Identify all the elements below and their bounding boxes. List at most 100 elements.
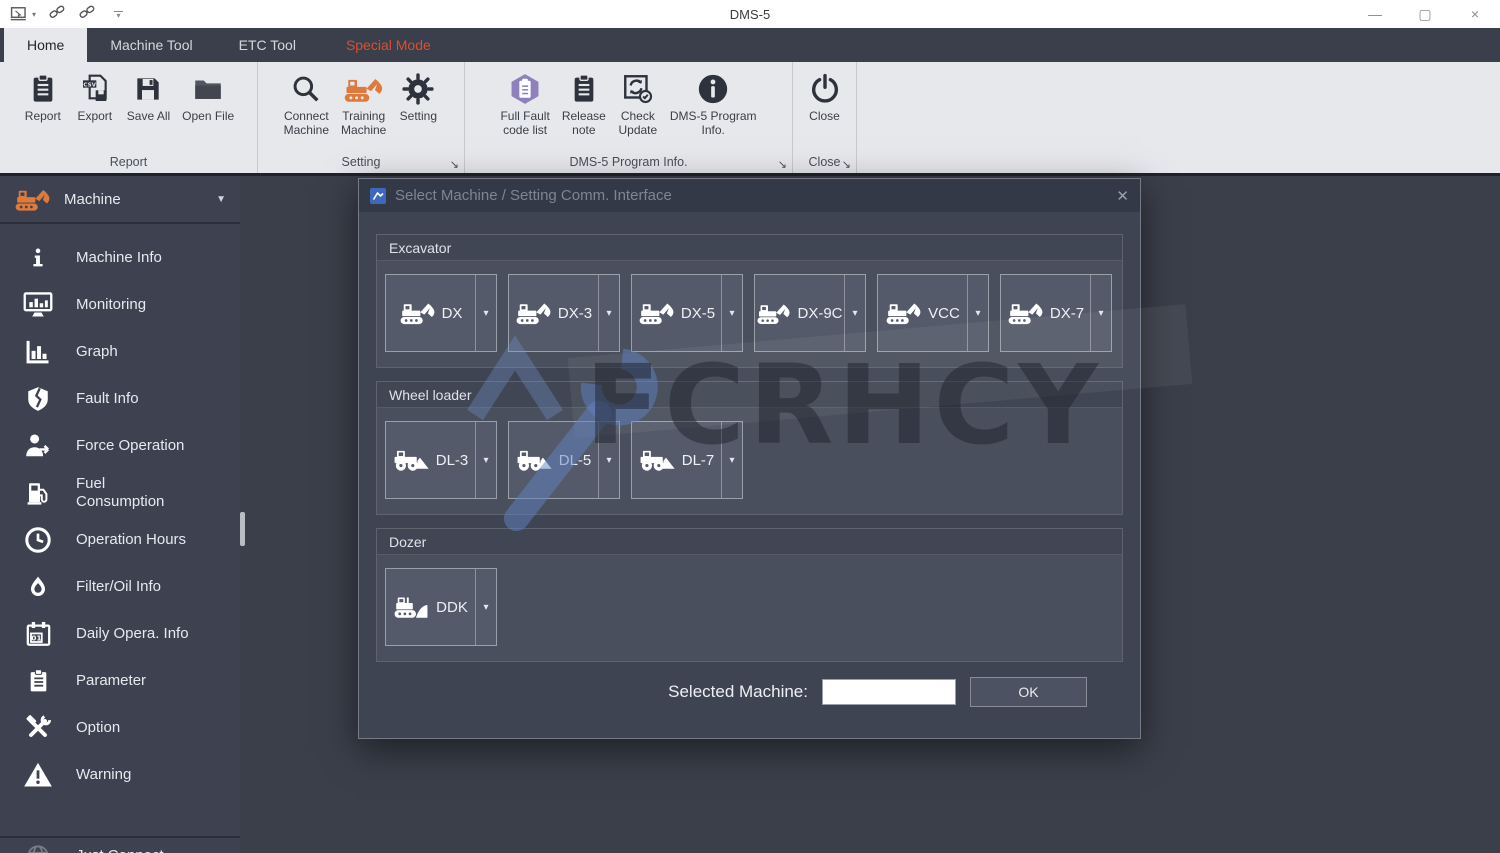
training-machine-button[interactable]: Training Machine	[335, 67, 392, 139]
tab-home[interactable]: Home	[4, 28, 87, 62]
check-update-button[interactable]: Check Update	[612, 67, 664, 139]
ribbon-item-label: Open File	[182, 109, 234, 123]
tab-machine-tool[interactable]: Machine Tool	[87, 28, 215, 62]
tab-special-mode[interactable]: Special Mode	[319, 28, 458, 62]
open-file-button[interactable]: Open File	[176, 67, 240, 125]
sidebar-item-filter-oil[interactable]: Filter/Oil Info	[0, 563, 240, 610]
wheel-loader-icon	[639, 448, 677, 472]
power-close-icon	[808, 69, 842, 109]
dialog-titlebar[interactable]: Select Machine / Setting Comm. Interface…	[359, 179, 1140, 212]
open-file-icon	[191, 69, 225, 109]
export-icon: CSV	[79, 69, 111, 109]
machine-dropdown-arrow[interactable]: ▾	[476, 422, 496, 498]
machine-button-dx-5[interactable]: DX-5 ▾	[631, 274, 743, 352]
machine-button-ddk[interactable]: DDK ▾	[385, 568, 497, 646]
dialog-launcher-icon[interactable]: ↘	[450, 158, 459, 171]
release-note-button[interactable]: Release note	[556, 67, 612, 139]
sidebar-item-operation-hours[interactable]: Operation Hours	[0, 516, 240, 563]
ribbon-item-label: Training Machine	[341, 109, 386, 137]
window-titlebar: ▾ ▾ DMS-5 — ▢ ×	[0, 0, 1500, 28]
sidebar-item-just-connect[interactable]: Just Connect ▼	[0, 838, 240, 853]
selected-machine-input[interactable]	[822, 679, 956, 705]
machine-dropdown-arrow[interactable]: ▾	[476, 569, 496, 645]
group-label: Wheel loader	[377, 382, 1122, 408]
wheel-loader-icon	[516, 448, 554, 472]
machine-button-dx-7[interactable]: DX-7 ▾	[1000, 274, 1112, 352]
machine-dropdown-arrow[interactable]: ▾	[968, 275, 988, 351]
dozer-icon	[393, 595, 431, 619]
dialog-icon	[370, 188, 386, 204]
wheel-loader-icon	[393, 448, 431, 472]
release-note-icon	[568, 69, 600, 109]
close-app-button[interactable]: Close	[799, 67, 851, 125]
program-info-button[interactable]: DMS-5 Program Info.	[664, 67, 763, 139]
svg-text:CSV: CSV	[83, 82, 96, 88]
monitoring-icon	[20, 291, 56, 319]
chevron-down-icon[interactable]: ▼	[216, 194, 226, 205]
machine-dropdown-arrow[interactable]: ▾	[722, 422, 742, 498]
ribbon-item-label: Save All	[127, 109, 170, 123]
sidebar-item-fuel-consumption[interactable]: Fuel Consumption	[0, 469, 240, 516]
machine-dropdown-arrow[interactable]: ▾	[599, 275, 619, 351]
excavator-icon	[756, 302, 792, 325]
tab-etc-tool[interactable]: ETC Tool	[216, 28, 319, 62]
ribbon-group-close: Close Close ↘	[793, 62, 857, 173]
warning-triangle-icon	[20, 761, 56, 789]
ribbon-item-label: Check Update	[618, 109, 657, 137]
excavator-icon	[1007, 301, 1045, 325]
sidebar-item-daily-opera-info[interactable]: 01 Daily Opera. Info	[0, 610, 240, 657]
minimize-button[interactable]: —	[1350, 0, 1400, 28]
sidebar-item-force-operation[interactable]: Force Operation	[0, 422, 240, 469]
connect-machine-button[interactable]: Connect Machine	[278, 67, 335, 139]
machine-dropdown-arrow[interactable]: ▾	[599, 422, 619, 498]
dialog-close-icon[interactable]: ✕	[1116, 187, 1129, 205]
sidebar-scrollbar-thumb[interactable]	[240, 512, 245, 546]
group-label: Dozer	[377, 529, 1122, 555]
crossed-tools-icon	[20, 714, 56, 742]
sidebar-item-graph[interactable]: Graph	[0, 328, 240, 375]
fuel-pump-icon	[20, 479, 56, 507]
ribbon-group-name: Setting	[258, 153, 464, 173]
quick-access-toolbar: ▾ ▾	[0, 4, 123, 24]
machine-dropdown-arrow[interactable]: ▾	[845, 275, 865, 351]
full-fault-code-list-button[interactable]: Full Fault code list	[494, 67, 555, 139]
setting-button[interactable]: Setting	[392, 67, 444, 125]
chevron-down-icon: ▾	[32, 10, 36, 19]
machine-button-dl-7[interactable]: DL-7 ▾	[631, 421, 743, 499]
machine-excavator-icon	[14, 187, 52, 212]
ok-button[interactable]: OK	[970, 677, 1087, 707]
machine-button-dl-5[interactable]: DL-5 ▾	[508, 421, 620, 499]
machine-dropdown-arrow[interactable]: ▾	[476, 275, 496, 351]
sidebar-item-monitoring[interactable]: Monitoring	[0, 281, 240, 328]
link-icon[interactable]	[48, 4, 66, 24]
save-all-button[interactable]: Save All	[121, 67, 176, 125]
sidebar-item-parameter[interactable]: Parameter	[0, 657, 240, 704]
ribbon-item-label: Release note	[562, 109, 606, 137]
maximize-button[interactable]: ▢	[1400, 0, 1450, 28]
close-window-button[interactable]: ×	[1450, 0, 1500, 28]
sidebar-item-machine-info[interactable]: Machine Info	[0, 234, 240, 281]
machine-dropdown-arrow[interactable]: ▾	[722, 275, 742, 351]
dialog-launcher-icon[interactable]: ↘	[842, 158, 851, 171]
export-button[interactable]: CSV Export	[69, 67, 121, 125]
excavator-icon	[638, 301, 676, 325]
customize-toolbar-icon[interactable]: ▾	[114, 11, 123, 18]
sidebar-item-option[interactable]: Option	[0, 704, 240, 751]
sidebar-item-fault-info[interactable]: Fault Info	[0, 375, 240, 422]
dialog-launcher-icon[interactable]: ↘	[778, 158, 787, 171]
selected-machine-label: Selected Machine:	[668, 682, 808, 702]
excavator-icon	[399, 301, 437, 325]
group-label: Excavator	[377, 235, 1122, 261]
machine-button-vcc[interactable]: VCC ▾	[877, 274, 989, 352]
machine-dropdown-arrow[interactable]: ▾	[1091, 275, 1111, 351]
sidebar-item-warning[interactable]: Warning	[0, 751, 240, 798]
machine-button-dx-3[interactable]: DX-3 ▾	[508, 274, 620, 352]
connect-quick-icon[interactable]: ▾	[10, 6, 36, 23]
sidebar-machine-selector[interactable]: Machine ▼	[0, 176, 240, 224]
machine-button-dl-3[interactable]: DL-3 ▾	[385, 421, 497, 499]
machine-button-dx-9c[interactable]: DX-9C ▾	[754, 274, 866, 352]
report-button[interactable]: Report	[17, 67, 69, 125]
link-icon[interactable]	[78, 4, 96, 24]
ribbon-item-label: Close	[809, 109, 840, 123]
machine-button-dx[interactable]: DX ▾	[385, 274, 497, 352]
